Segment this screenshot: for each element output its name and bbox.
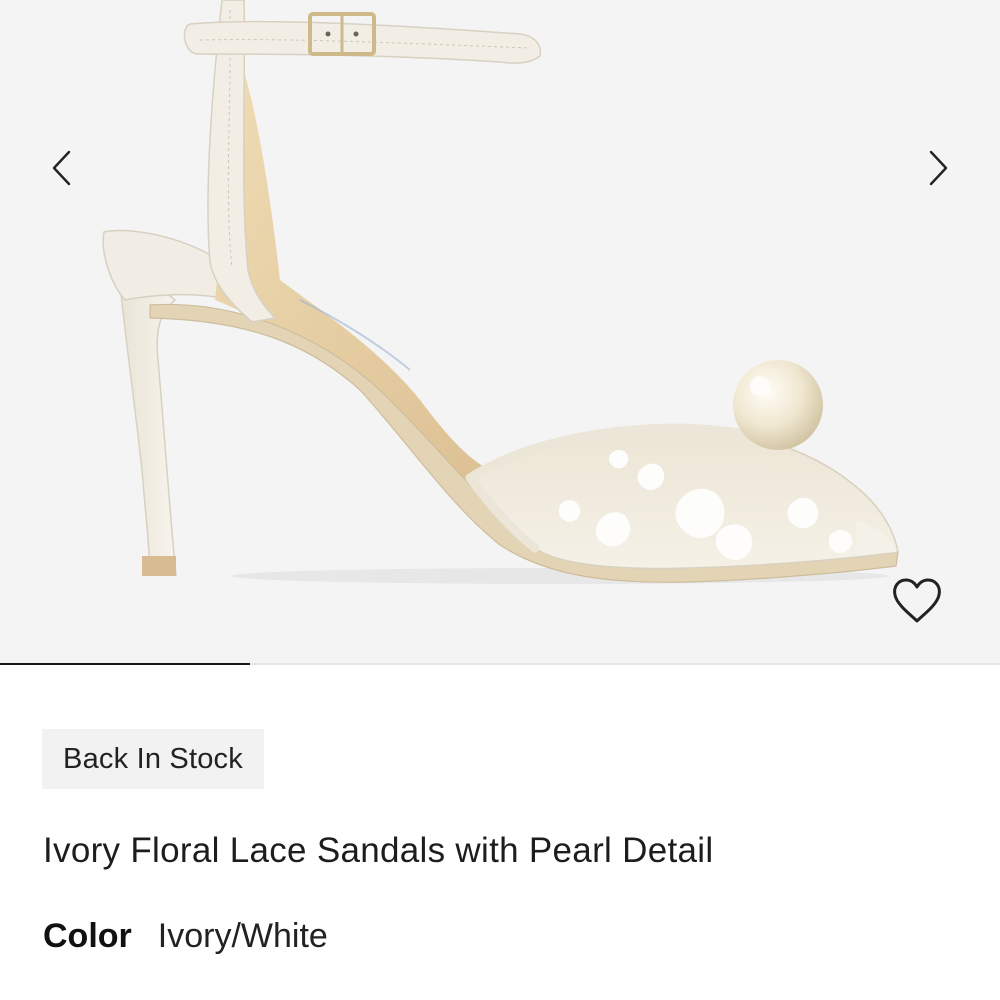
product-title: Ivory Floral Lace Sandals with Pearl Det… <box>43 831 714 870</box>
add-to-wishlist-button[interactable] <box>888 572 946 630</box>
product-image-gallery[interactable] <box>0 0 1000 665</box>
image-slide-progress-fill <box>0 663 250 665</box>
color-label: Color <box>43 917 132 955</box>
next-image-button[interactable] <box>910 140 966 196</box>
color-value: Ivory/White <box>157 917 328 955</box>
color-row: Color Ivory/White <box>43 917 328 956</box>
previous-image-button[interactable] <box>34 140 90 196</box>
product-image[interactable] <box>0 0 1000 665</box>
chevron-left-icon <box>52 150 71 186</box>
image-slide-progress <box>0 663 1000 665</box>
chevron-right-icon <box>929 150 948 186</box>
heart-outline-icon <box>893 578 941 623</box>
stock-status-badge: Back In Stock <box>42 729 264 789</box>
